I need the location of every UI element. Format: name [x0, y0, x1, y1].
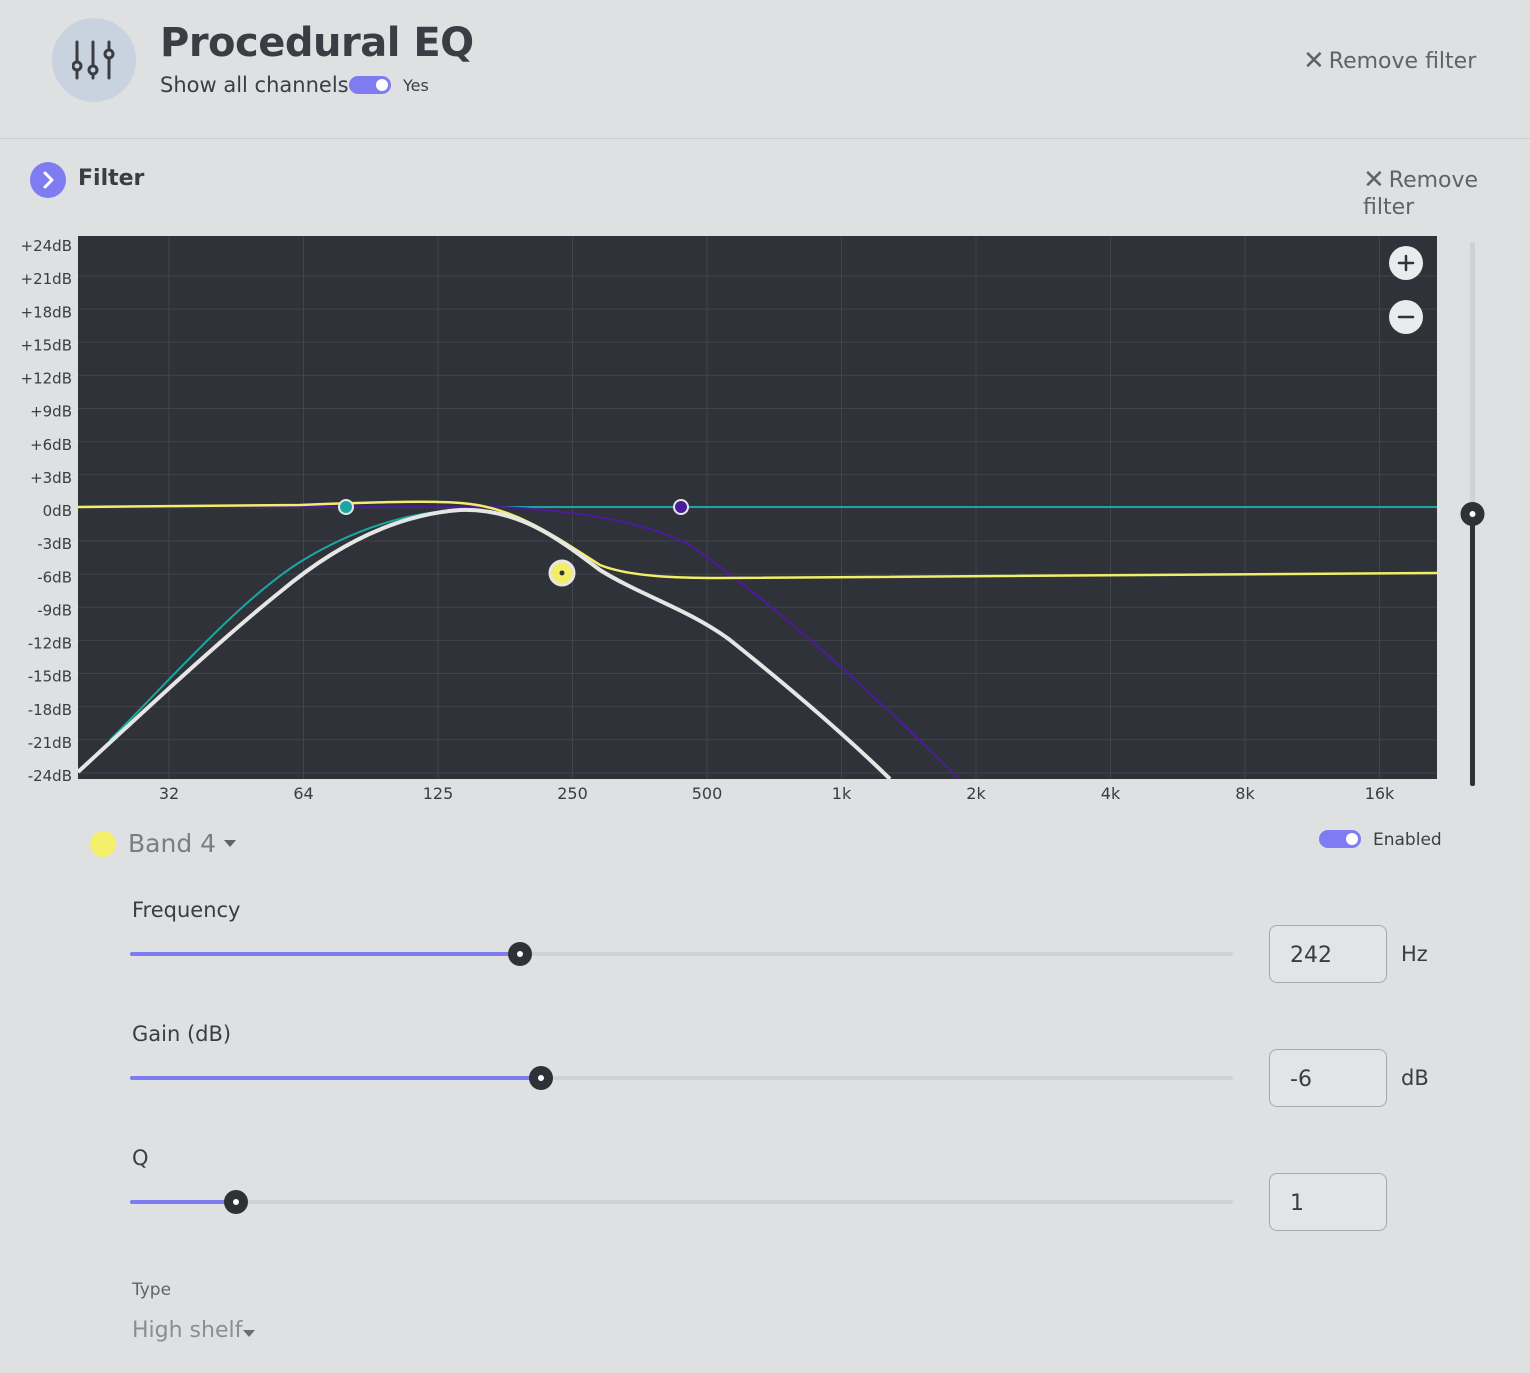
vertical-slider-fill [1470, 514, 1475, 786]
y-tick-label: -21dB [28, 734, 72, 752]
y-tick-label: -12dB [28, 635, 72, 653]
y-tick-label: +24dB [21, 237, 72, 255]
x-tick-label: 2k [966, 784, 986, 803]
vertical-slider-thumb-dot [1469, 511, 1476, 517]
filter-title: Filter [78, 166, 145, 191]
gain-slider-thumb[interactable] [529, 1066, 554, 1090]
frequency-slider-thumb[interactable] [508, 942, 533, 966]
q-slider-fill [130, 1200, 236, 1204]
app-icon [52, 18, 136, 102]
q-input[interactable]: 1 [1269, 1173, 1387, 1231]
y-tick-label: +9dB [30, 403, 72, 421]
band-1-handle[interactable] [338, 499, 354, 515]
y-tick-label: 0dB [43, 502, 72, 520]
zoom-in-button[interactable] [1389, 246, 1423, 280]
close-icon: ✕ [1303, 46, 1325, 76]
type-select[interactable]: High shelf [132, 1318, 242, 1343]
show-channels-toggle[interactable] [349, 76, 391, 94]
eq-graph[interactable]: +24dB +21dB +18dB +15dB +12dB +9dB +6dB +3dB 0dB… [0, 230, 1530, 810]
band-4-handle-center [559, 570, 565, 576]
caret-down-icon[interactable] [243, 1330, 255, 1337]
y-tick-label: -9dB [37, 601, 72, 619]
page-title: Procedural EQ [160, 20, 474, 66]
y-tick-label: +18dB [21, 303, 72, 321]
show-channels-value: Yes [403, 76, 429, 95]
frequency-slider[interactable] [130, 942, 1233, 966]
q-slider-thumb[interactable] [223, 1190, 248, 1214]
y-tick-label: +21dB [21, 270, 72, 288]
y-tick-label: +6dB [30, 436, 72, 454]
y-tick-label: +15dB [21, 336, 72, 354]
remove-filter-button[interactable]: ✕ Remove filter [1363, 165, 1530, 220]
y-tick-label: -6dB [37, 568, 72, 586]
q-slider[interactable] [130, 1190, 1233, 1214]
gain-unit: dB [1401, 1066, 1429, 1090]
y-tick-label: -3dB [37, 535, 72, 553]
vertical-slider-track [1470, 242, 1475, 514]
gain-label: Gain (dB) [132, 1022, 232, 1046]
band-3-handle[interactable] [673, 499, 689, 515]
y-axis: +24dB +21dB +18dB +15dB +12dB +9dB +6dB +3dB 0dB… [21, 237, 72, 785]
gain-slider[interactable] [130, 1066, 1233, 1090]
zoom-out-button[interactable] [1389, 300, 1423, 334]
band-enabled-label: Enabled [1373, 830, 1442, 850]
chevron-right-icon [43, 171, 54, 189]
x-tick-label: 8k [1235, 784, 1255, 803]
band-color-dot [90, 831, 116, 857]
sliders-icon [72, 40, 115, 80]
gain-input[interactable]: -6 [1269, 1049, 1387, 1107]
frequency-input[interactable]: 242 [1269, 925, 1387, 983]
x-tick-label: 64 [293, 784, 313, 803]
x-tick-label: 250 [557, 784, 588, 803]
q-label: Q [132, 1146, 149, 1170]
x-tick-label: 4k [1101, 784, 1121, 803]
band-select[interactable]: Band 4 [128, 829, 216, 858]
band-enabled-toggle[interactable] [1319, 830, 1361, 848]
filter-expand-button[interactable] [30, 162, 66, 198]
y-tick-label: -15dB [28, 668, 72, 686]
y-tick-label: +3dB [30, 469, 72, 487]
y-tick-label: -24dB [28, 767, 72, 785]
gain-slider-fill [130, 1076, 542, 1080]
x-tick-label: 125 [423, 784, 454, 803]
y-tick-label: +12dB [21, 370, 72, 388]
frequency-unit: Hz [1401, 942, 1428, 966]
frequency-label: Frequency [132, 898, 241, 922]
frequency-slider-fill [130, 952, 521, 956]
vertical-range-slider[interactable] [1460, 242, 1485, 786]
type-label: Type [132, 1280, 172, 1300]
x-tick-label: 16k [1365, 784, 1395, 803]
close-icon: ✕ [1363, 165, 1385, 195]
y-tick-label: -18dB [28, 701, 72, 719]
x-tick-label: 32 [159, 784, 179, 803]
remove-effect-label: Remove filter [1328, 49, 1477, 74]
x-axis: 32 64 125 250 500 1k 2k 4k 8k 16k [159, 784, 1395, 803]
show-channels-label: Show all channels [160, 73, 349, 97]
caret-down-icon[interactable] [224, 840, 236, 847]
x-tick-label: 1k [832, 784, 852, 803]
divider [0, 138, 1530, 139]
remove-effect-button[interactable]: ✕ Remove filter [1303, 46, 1476, 76]
x-tick-label: 500 [692, 784, 723, 803]
